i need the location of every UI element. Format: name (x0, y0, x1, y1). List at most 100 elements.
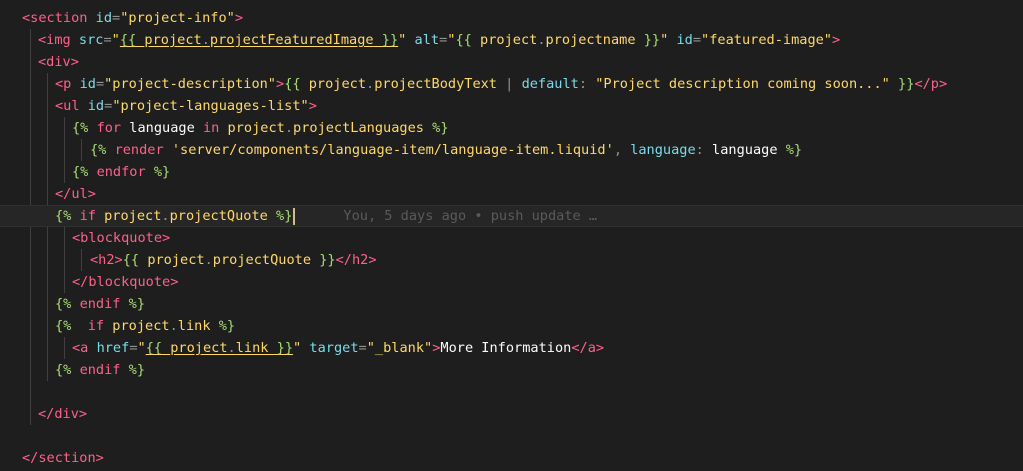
code-token: " (111, 32, 120, 48)
code-line[interactable]: <div> (0, 51, 1023, 73)
code-token: project (480, 32, 538, 48)
code-line[interactable]: </div> (0, 403, 1023, 425)
code-token: projectQuote (212, 252, 312, 268)
code-line[interactable]: <p id="project-description">{{ project.p… (0, 73, 1023, 95)
code-token: {{ (145, 340, 171, 356)
code-line[interactable]: {% endfor %} (0, 161, 1023, 183)
code-token: project (219, 120, 285, 136)
code-token: }} (889, 76, 915, 92)
code-token: . (201, 32, 210, 48)
code-token: </h2> (335, 252, 377, 268)
code-token: id (668, 32, 693, 48)
code-token: project (170, 340, 228, 356)
code-token: "_blank" (366, 340, 433, 356)
code-token: projectname (545, 32, 636, 48)
code-token: > (276, 76, 285, 92)
code-line[interactable]: <ul id="project-languages-list"> (0, 95, 1023, 117)
code-token: language (712, 142, 778, 158)
code-token: for (96, 120, 122, 136)
code-line[interactable]: {% if project.link %} (0, 315, 1023, 337)
code-token: if (79, 208, 96, 224)
code-line[interactable]: <img src="{{ project.projectFeaturedImag… (0, 29, 1023, 51)
code-line[interactable]: {% render 'server/components/language-it… (0, 139, 1023, 161)
code-token: | (497, 76, 522, 92)
code-line[interactable] (0, 381, 1023, 403)
code-token: </div> (38, 406, 88, 422)
code-token: , (613, 142, 631, 158)
text-cursor (293, 207, 296, 225)
code-token: "project-info" (120, 10, 235, 26)
code-token: . (169, 318, 178, 334)
code-line[interactable]: {% for language in project.projectLangua… (0, 117, 1023, 139)
code-line[interactable]: </blockquote> (0, 271, 1023, 293)
code-token: %} (120, 296, 146, 312)
code-token: link (177, 318, 211, 334)
code-token: "project-languages-list" (112, 98, 309, 114)
code-line[interactable]: </ul> (0, 183, 1023, 205)
code-line[interactable]: {% endif %} (0, 293, 1023, 315)
code-token: . (161, 208, 170, 224)
code-line[interactable] (0, 425, 1023, 447)
code-token: href (96, 340, 130, 356)
code-token: : (578, 76, 596, 92)
code-token: <ul (55, 98, 88, 114)
code-token: endfor (96, 164, 146, 180)
code-token: = (103, 32, 112, 48)
code-token: language (630, 142, 696, 158)
code-token: <section (22, 10, 96, 26)
code-token: <a (72, 340, 97, 356)
code-token: }} (635, 32, 661, 48)
code-token: More Information (440, 340, 572, 356)
code-token: id (79, 76, 96, 92)
code-token: src (78, 32, 104, 48)
code-token: "Project description coming soon..." (595, 76, 890, 92)
code-token: %} (145, 164, 171, 180)
code-token: > (308, 98, 317, 114)
code-token: endif (79, 296, 121, 312)
code-token: . (537, 32, 546, 48)
code-line[interactable]: {% endif %} (0, 359, 1023, 381)
code-token: : (695, 142, 713, 158)
code-token: " (137, 340, 146, 356)
code-token: project (95, 208, 162, 224)
code-token: projectQuote (169, 208, 268, 224)
code-token: project (104, 318, 170, 334)
code-line[interactable]: <h2>{{ project.projectQuote }}</h2> (0, 249, 1023, 271)
code-line[interactable]: </section> (0, 447, 1023, 469)
code-token: {% (55, 318, 88, 334)
code-token: if (87, 318, 105, 334)
code-token: </p> (914, 76, 948, 92)
code-token: %} (120, 362, 146, 378)
code-token: > (832, 32, 841, 48)
code-token: }} (373, 32, 399, 48)
code-token: = (129, 340, 138, 356)
current-code-line[interactable]: {% if project.projectQuote %} You, 5 days… (0, 205, 1023, 227)
code-token: {% (55, 362, 80, 378)
code-token: {{ (122, 252, 148, 268)
code-token: link (235, 340, 269, 356)
code-token: "featured-image" (701, 32, 832, 48)
code-token: project (308, 76, 367, 92)
code-line[interactable]: <section id="project-info"> (0, 7, 1023, 29)
code-editor[interactable]: <section id="project-info"> <img src="{{ … (0, 0, 1023, 471)
code-token: {% (55, 208, 80, 224)
code-line[interactable]: <blockquote> (0, 227, 1023, 249)
code-token: language (121, 120, 203, 136)
code-token: {{ (119, 32, 145, 48)
code-token: <img (38, 32, 79, 48)
code-token: <blockquote> (72, 230, 171, 246)
code-token: <h2> (90, 252, 123, 268)
code-token: in (202, 120, 220, 136)
code-token: alt (406, 32, 440, 48)
code-token: " (293, 340, 302, 356)
code-token: endif (79, 362, 121, 378)
code-token: <p (55, 76, 80, 92)
code-token: {% (55, 296, 80, 312)
code-token: <div> (38, 54, 79, 70)
code-token: = (95, 76, 105, 92)
code-line[interactable]: <a href="{{ project.link }}" target="_bl… (0, 337, 1023, 359)
code-token: default (521, 76, 579, 92)
code-token: {% (72, 164, 97, 180)
code-token: project (144, 32, 202, 48)
code-token: . (204, 252, 213, 268)
